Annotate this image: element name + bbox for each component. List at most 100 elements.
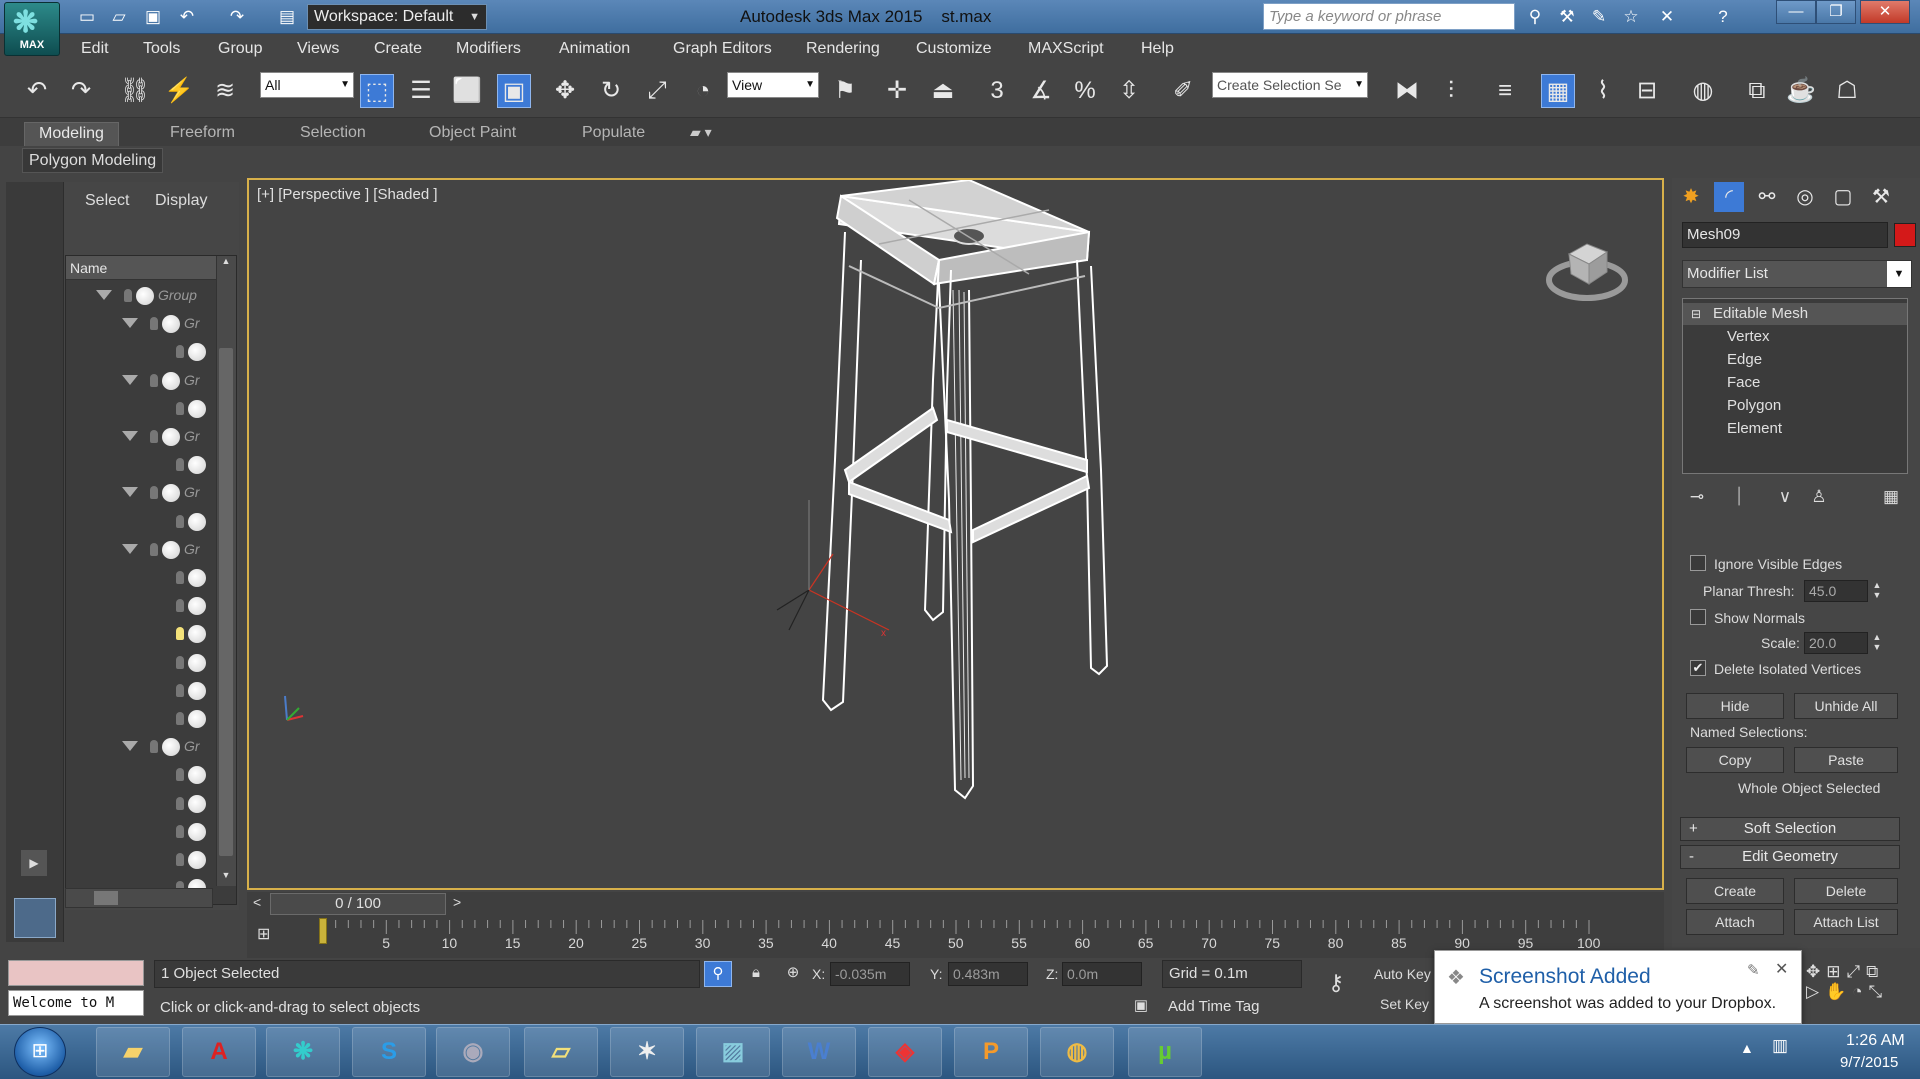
tree-row[interactable] xyxy=(66,818,218,846)
object-color-swatch[interactable] xyxy=(1894,223,1916,247)
stack-item-face[interactable]: Face xyxy=(1683,372,1907,394)
snaps-toggle-icon[interactable]: 3 xyxy=(980,74,1014,108)
sticky-notes-taskbar-icon[interactable]: ▱ xyxy=(524,1027,598,1077)
explorer-toggle-icon[interactable] xyxy=(14,898,56,938)
soft-selection-rollout[interactable]: + Soft Selection xyxy=(1680,817,1900,841)
z-coordinate-input[interactable]: 0.0m xyxy=(1062,962,1142,986)
lightbulb-icon[interactable] xyxy=(176,768,184,782)
hide-button[interactable]: Hide xyxy=(1686,693,1784,719)
link-icon[interactable]: ⛓ xyxy=(118,74,152,108)
ignore-visible-edges-checkbox[interactable] xyxy=(1690,555,1706,571)
visibility-icon[interactable] xyxy=(188,399,206,418)
tab-selection[interactable]: Selection xyxy=(286,122,380,146)
3dsmax-taskbar-icon[interactable]: ❋ xyxy=(266,1027,340,1077)
visibility-icon[interactable] xyxy=(188,822,206,841)
exchange-icon[interactable]: ✕ xyxy=(1654,5,1680,29)
isolate-selection-icon[interactable]: ⚲ xyxy=(704,961,732,987)
menu-animation[interactable]: Animation xyxy=(559,40,630,58)
motion-tab-icon[interactable]: ◎ xyxy=(1790,182,1820,212)
skype-taskbar-icon[interactable]: S xyxy=(352,1027,426,1077)
spinner-snap-icon[interactable]: ⇳ xyxy=(1112,74,1146,108)
edit-geometry-rollout[interactable]: - Edit Geometry xyxy=(1680,845,1900,869)
expand-arrow-icon[interactable] xyxy=(122,431,138,441)
rendered-frame-window-icon[interactable]: ☕ xyxy=(1784,74,1818,108)
scrollbar-thumb[interactable] xyxy=(219,348,233,856)
named-selection-dropdown[interactable]: Create Selection Se ▼ xyxy=(1212,72,1368,98)
lightbulb-icon[interactable] xyxy=(176,514,184,528)
modify-tab-icon[interactable]: ◜ xyxy=(1714,182,1744,212)
layer-explorer-icon[interactable]: ≡ xyxy=(1488,74,1522,108)
lightbulb-icon[interactable] xyxy=(176,599,184,613)
clock-date[interactable]: 9/7/2015 xyxy=(1840,1054,1898,1071)
play-triangle-icon[interactable]: ▶ xyxy=(21,850,47,876)
lightbulb-icon[interactable] xyxy=(150,430,158,443)
tree-row[interactable] xyxy=(66,592,218,620)
tab-display[interactable]: Display xyxy=(155,192,207,210)
viewport-navigation-icons[interactable]: ✥⊞⤢⧉ ▷✋◔⤡ xyxy=(1806,962,1916,1018)
render-production-icon[interactable]: ☖ xyxy=(1830,74,1864,108)
selection-lock-icon[interactable]: 🔒︎ xyxy=(744,961,768,987)
lightbulb-icon[interactable] xyxy=(176,458,184,472)
object-name-field[interactable]: Mesh09 xyxy=(1682,222,1888,248)
zbrush-taskbar-icon[interactable]: ✶ xyxy=(610,1027,684,1077)
lightbulb-icon[interactable] xyxy=(176,824,184,838)
lightbulb-icon[interactable] xyxy=(150,317,158,331)
lightbulb-icon[interactable] xyxy=(150,373,158,387)
ribbon-subpanel-polygon-modeling[interactable]: Polygon Modeling xyxy=(22,148,164,173)
attach-button[interactable]: Attach xyxy=(1686,909,1784,935)
visibility-icon[interactable] xyxy=(188,569,206,587)
keyboard-shortcut-override-icon[interactable]: ⏏ xyxy=(926,74,960,108)
notification-settings-icon[interactable]: ✎ xyxy=(1747,961,1760,979)
help-icon[interactable]: ? xyxy=(1710,5,1736,29)
save-file-icon[interactable]: ▣ xyxy=(140,5,166,29)
current-frame-marker[interactable] xyxy=(319,918,327,944)
expand-arrow-icon[interactable] xyxy=(122,318,138,329)
tree-row[interactable] xyxy=(66,677,218,705)
percent-snap-icon[interactable]: % xyxy=(1068,74,1102,108)
tree-row[interactable] xyxy=(66,846,218,874)
visibility-icon[interactable] xyxy=(162,315,180,334)
visibility-icon[interactable] xyxy=(162,428,180,446)
tree-row[interactable]: Gr xyxy=(66,423,218,451)
visibility-icon[interactable] xyxy=(162,371,180,390)
menu-edit[interactable]: Edit xyxy=(81,40,109,58)
unlink-icon[interactable]: ⚡ xyxy=(162,74,196,108)
lightbulb-icon[interactable] xyxy=(150,486,158,500)
tab-freeform[interactable]: Freeform xyxy=(156,122,249,146)
tab-modeling[interactable]: Modeling xyxy=(24,122,119,146)
tab-select[interactable]: Select xyxy=(85,192,129,210)
modifier-list-dropdown[interactable]: Modifier List ▼ xyxy=(1682,260,1912,288)
lightbulb-icon[interactable] xyxy=(150,740,158,754)
sketchup-taskbar-icon[interactable]: ◈ xyxy=(868,1027,942,1077)
tree-row[interactable] xyxy=(66,649,218,677)
visibility-icon[interactable] xyxy=(188,456,206,475)
delete-isolated-vertices-checkbox[interactable]: ✔ xyxy=(1690,660,1706,676)
visibility-icon[interactable] xyxy=(188,681,206,700)
visibility-icon[interactable] xyxy=(162,738,180,757)
tree-row[interactable]: Gr xyxy=(66,367,218,395)
visibility-icon[interactable] xyxy=(162,484,180,503)
scroll-up-icon[interactable]: ▲ xyxy=(218,256,234,272)
attach-list-button[interactable]: Attach List xyxy=(1794,909,1898,935)
expand-arrow-icon[interactable] xyxy=(96,290,112,300)
binoculars-icon[interactable]: ⚲ xyxy=(1522,5,1548,29)
visibility-icon[interactable] xyxy=(188,625,206,644)
tree-row[interactable]: Gr xyxy=(66,310,218,338)
time-tag-icon[interactable]: ▣ xyxy=(1130,996,1152,1018)
clock-time[interactable]: 1:26 AM xyxy=(1846,1032,1905,1050)
scale-icon[interactable]: ⤢ xyxy=(640,74,674,108)
visibility-icon[interactable] xyxy=(188,766,206,785)
tree-row[interactable]: Gr xyxy=(66,733,218,761)
time-next-icon[interactable]: > xyxy=(453,894,461,910)
stack-item-polygon[interactable]: Polygon xyxy=(1683,395,1907,417)
scroll-down-icon[interactable]: ▼ xyxy=(218,870,234,886)
curve-editor-icon[interactable]: ⌇ xyxy=(1586,74,1620,108)
configure-modifier-sets-icon[interactable]: ▦ xyxy=(1878,484,1904,510)
pivot-center-icon[interactable]: ⚑ xyxy=(828,74,862,108)
explorer-horizontal-scrollbar[interactable] xyxy=(65,888,213,908)
explorer-taskbar-icon[interactable]: ▰ xyxy=(96,1027,170,1077)
tree-row[interactable] xyxy=(66,620,218,648)
display-tab-icon[interactable]: ▢ xyxy=(1828,182,1858,212)
powerpoint-taskbar-icon[interactable]: P xyxy=(954,1027,1028,1077)
tree-row[interactable] xyxy=(66,508,218,536)
